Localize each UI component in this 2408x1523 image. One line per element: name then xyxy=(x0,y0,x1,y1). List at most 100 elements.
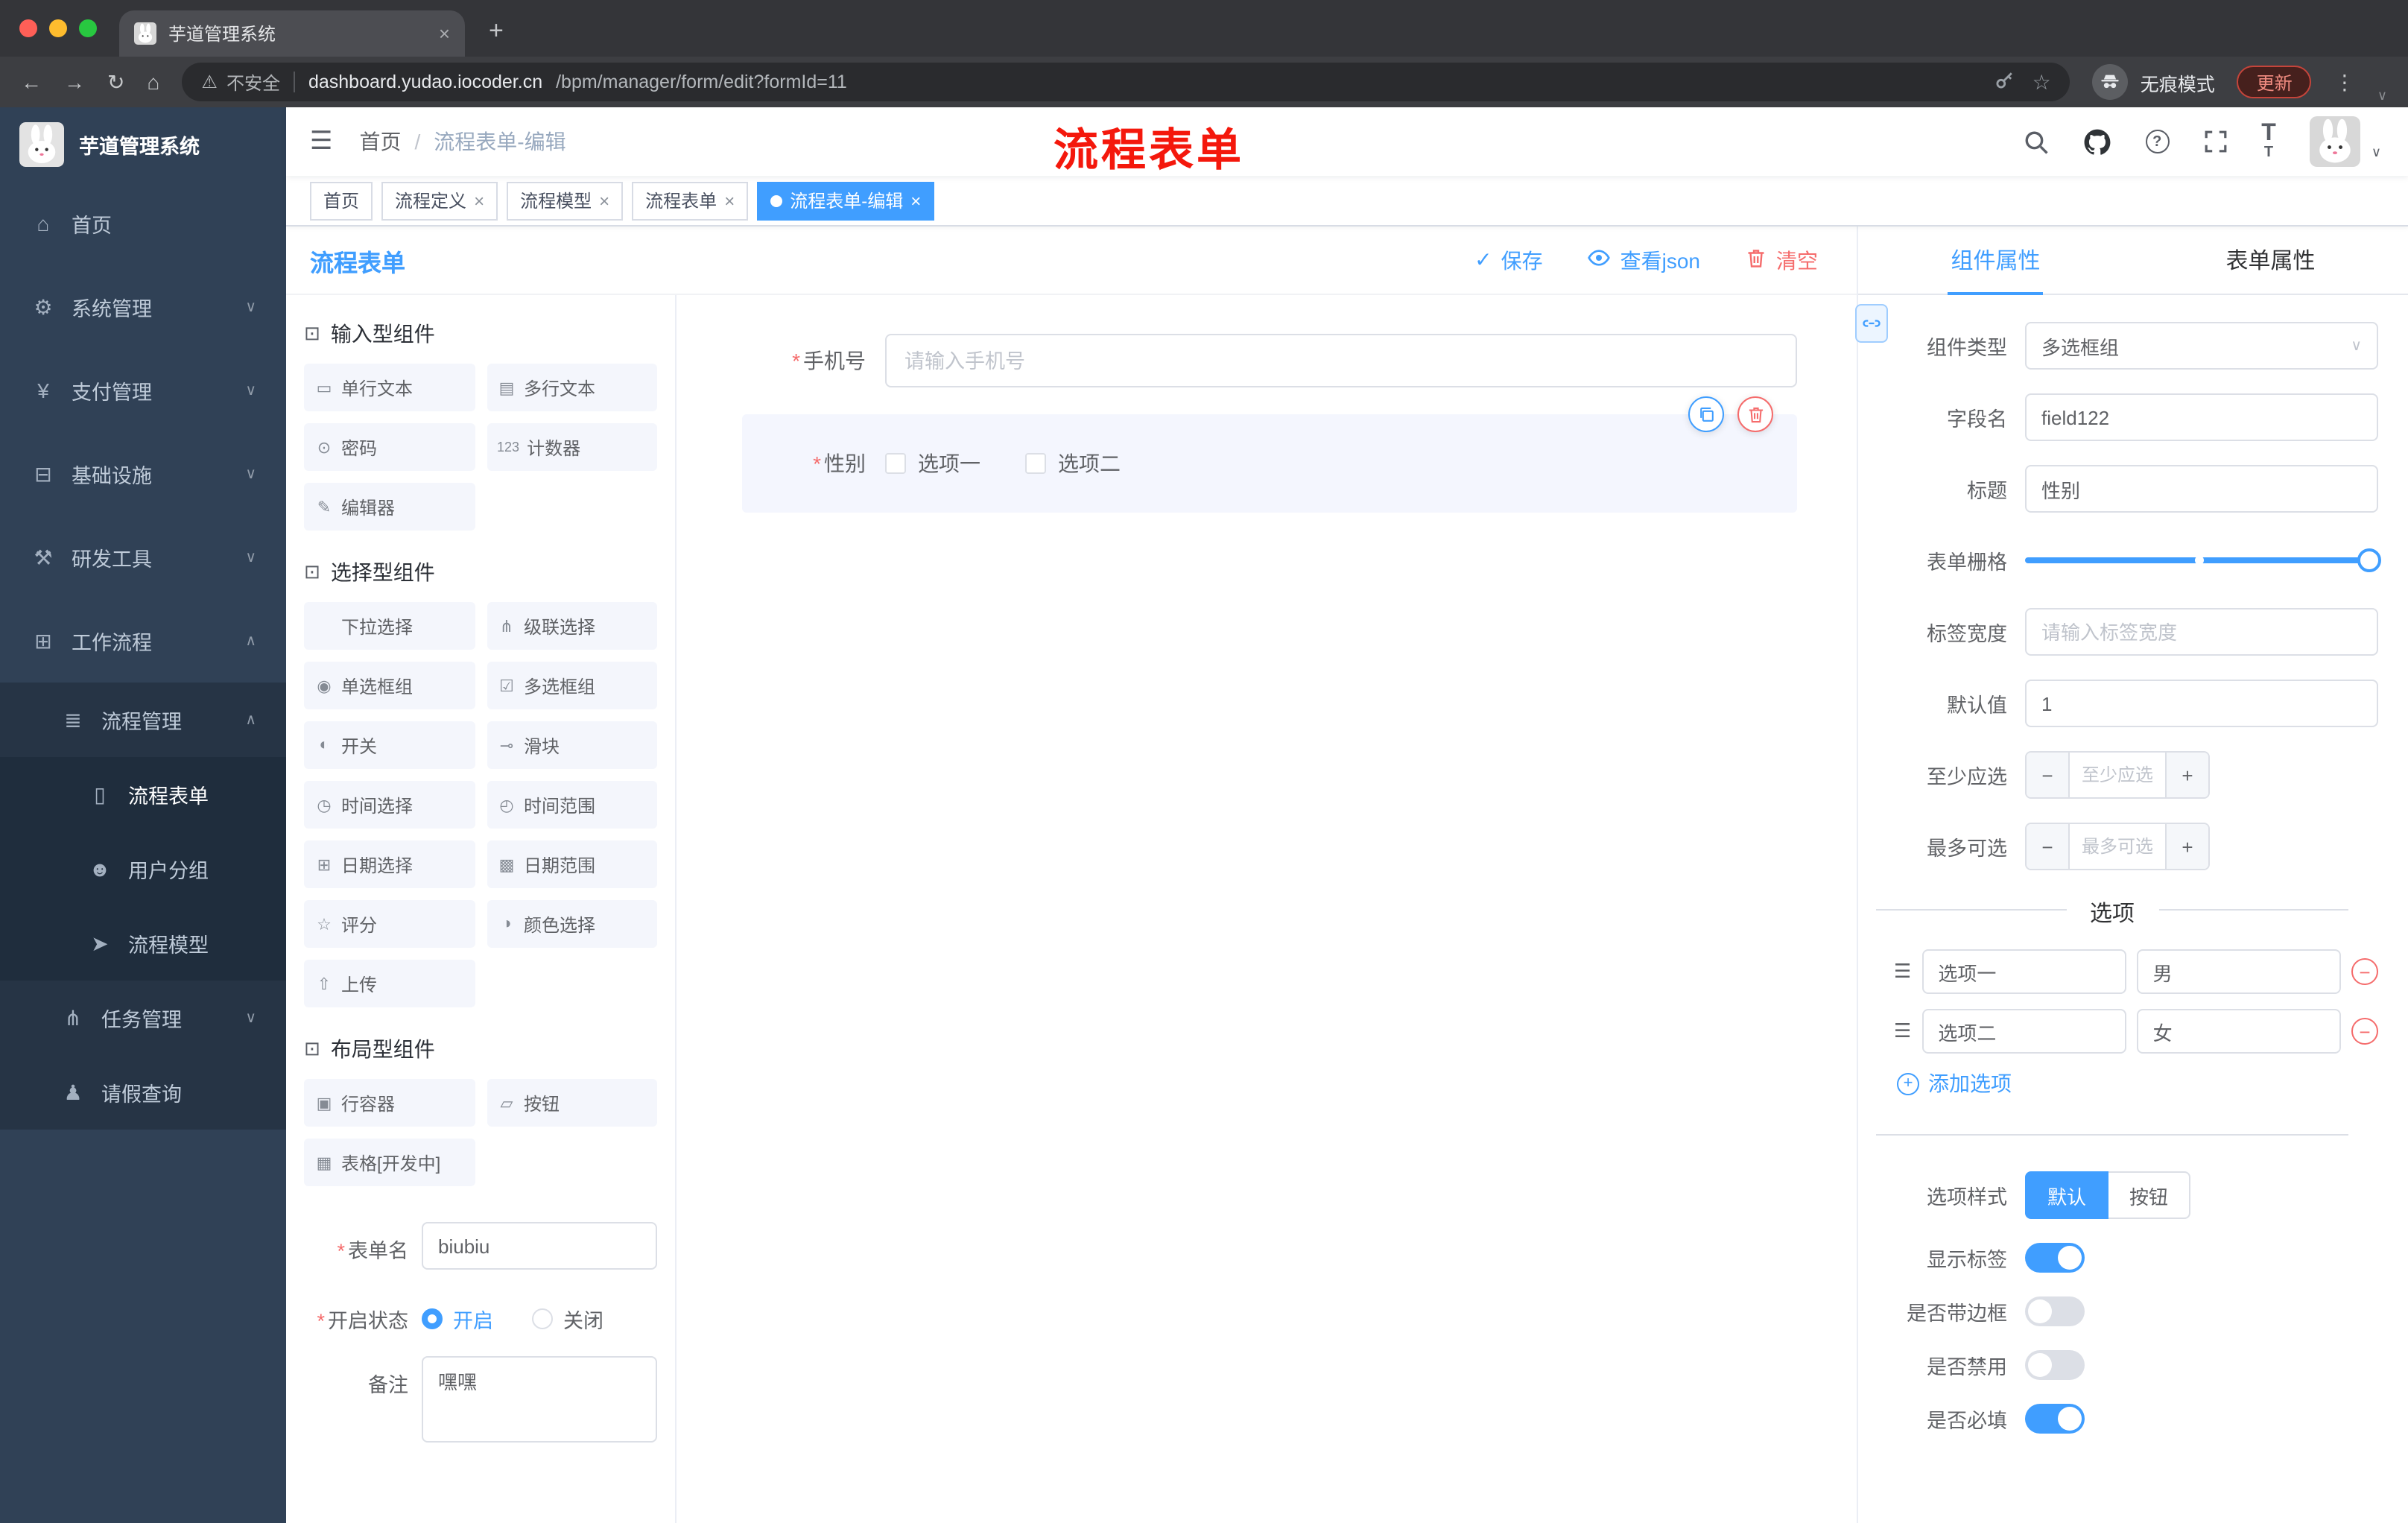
reload-button[interactable]: ↻ xyxy=(107,69,124,95)
palette-item-date-picker[interactable]: ⊞ 日期选择 xyxy=(304,840,475,888)
clear-button[interactable]: 清空 xyxy=(1745,245,1818,275)
close-icon[interactable]: × xyxy=(474,190,484,211)
option-label-input[interactable] xyxy=(1921,1009,2126,1054)
palette-item-upload[interactable]: ⇧ 上传 xyxy=(304,960,475,1007)
palette-item-table[interactable]: ▦ 表格[开发中] xyxy=(304,1139,475,1186)
remove-option-button[interactable]: − xyxy=(2351,958,2378,985)
breadcrumb-home[interactable]: 首页 xyxy=(360,127,402,156)
window-minimize-button[interactable] xyxy=(49,19,67,37)
user-avatar[interactable] xyxy=(2310,116,2361,167)
tag-process-model[interactable]: 流程模型 × xyxy=(507,181,624,220)
increase-button[interactable]: + xyxy=(2165,753,2208,797)
copy-field-button[interactable] xyxy=(1688,396,1724,432)
max-select-input[interactable] xyxy=(2070,824,2165,869)
address-bar[interactable]: ⚠ 不安全 dashboard.yudao.iocoder.cn /bpm/ma… xyxy=(182,63,2070,101)
form-name-input[interactable] xyxy=(422,1222,657,1270)
remark-textarea[interactable]: 嘿嘿 xyxy=(422,1356,657,1443)
key-icon[interactable] xyxy=(1994,69,2015,95)
palette-item-multi-line-text[interactable]: ▤ 多行文本 xyxy=(487,364,657,411)
palette-item-switch[interactable]: ◐ 开关 xyxy=(304,721,475,769)
palette-item-time-range[interactable]: ◴ 时间范围 xyxy=(487,781,657,829)
remove-option-button[interactable]: − xyxy=(2351,1018,2378,1045)
palette-item-button[interactable]: ▱ 按钮 xyxy=(487,1079,657,1127)
user-menu-caret-icon[interactable]: ∨ xyxy=(2371,145,2381,161)
palette-item-editor[interactable]: ✎ 编辑器 xyxy=(304,483,475,531)
palette-item-time-picker[interactable]: ◷ 时间选择 xyxy=(304,781,475,829)
gender-option-two-checkbox[interactable]: 选项二 xyxy=(1025,449,1121,478)
form-grid-slider[interactable] xyxy=(2025,536,2381,584)
sidebar-item-workflow[interactable]: ⊞ 工作流程 ∧ xyxy=(0,599,286,683)
palette-item-row-container[interactable]: ▣ 行容器 xyxy=(304,1079,475,1127)
tag-home[interactable]: 首页 xyxy=(310,181,373,220)
sidebar-item-task-management[interactable]: ⋔ 任务管理 ∨ xyxy=(0,981,286,1055)
bookmark-star-icon[interactable]: ☆ xyxy=(2032,69,2051,95)
drag-handle-icon[interactable]: ☰ xyxy=(1894,1019,1911,1043)
title-input[interactable] xyxy=(2025,465,2378,513)
tag-process-definition[interactable]: 流程定义 × xyxy=(381,181,498,220)
search-icon[interactable] xyxy=(2023,129,2048,154)
sidebar-item-user-group[interactable]: ☻ 用户分组 xyxy=(0,832,286,906)
option-style-default-button[interactable]: 默认 xyxy=(2025,1171,2109,1219)
palette-item-rate[interactable]: ☆ 评分 xyxy=(304,900,475,948)
decrease-button[interactable]: − xyxy=(2027,753,2070,797)
status-off-radio[interactable]: 关闭 xyxy=(532,1304,603,1334)
sidebar-item-process-form[interactable]: ▯ 流程表单 xyxy=(0,757,286,832)
tab-form-props[interactable]: 表单属性 xyxy=(2133,227,2408,294)
security-chip[interactable]: ⚠ 不安全 xyxy=(201,69,280,95)
gender-option-one-checkbox[interactable]: 选项一 xyxy=(885,449,980,478)
tag-process-form-edit[interactable]: 流程表单-编辑 × xyxy=(757,181,935,220)
github-icon[interactable] xyxy=(2082,127,2111,156)
sidebar-item-infrastructure[interactable]: ⊟ 基础设施 ∨ xyxy=(0,432,286,516)
default-value-input[interactable] xyxy=(2025,680,2378,727)
window-close-button[interactable] xyxy=(19,19,37,37)
font-size-icon[interactable]: TT xyxy=(2261,121,2276,161)
decrease-button[interactable]: − xyxy=(2027,824,2070,869)
border-switch[interactable] xyxy=(2025,1296,2085,1326)
browser-home-button[interactable]: ⌂ xyxy=(147,70,159,94)
palette-item-color-picker[interactable]: ◑ 颜色选择 xyxy=(487,900,657,948)
show-label-switch[interactable] xyxy=(2025,1243,2085,1273)
field-name-input[interactable] xyxy=(2025,393,2378,441)
option-style-button-button[interactable]: 按钮 xyxy=(2108,1171,2191,1219)
label-width-input[interactable] xyxy=(2025,608,2378,656)
help-icon[interactable]: ? xyxy=(2145,130,2170,153)
forward-button[interactable]: → xyxy=(64,70,85,94)
close-icon[interactable]: × xyxy=(910,190,921,211)
palette-item-checkbox-group[interactable]: ☑ 多选框组 xyxy=(487,662,657,709)
drag-handle-icon[interactable]: ☰ xyxy=(1894,960,1911,984)
browser-tab[interactable]: 芋道管理系统 × xyxy=(119,10,465,57)
phone-input[interactable] xyxy=(885,334,1797,387)
palette-item-cascader[interactable]: ⋔ 级联选择 xyxy=(487,602,657,650)
required-switch[interactable] xyxy=(2025,1404,2085,1434)
tag-process-form[interactable]: 流程表单 × xyxy=(632,181,749,220)
disabled-switch[interactable] xyxy=(2025,1350,2085,1380)
window-zoom-button[interactable] xyxy=(79,19,97,37)
palette-item-date-range[interactable]: ▩ 日期范围 xyxy=(487,840,657,888)
update-button[interactable]: 更新 xyxy=(2237,66,2312,98)
tab-component-props[interactable]: 组件属性 xyxy=(1858,227,2133,294)
increase-button[interactable]: + xyxy=(2165,824,2208,869)
palette-item-slider[interactable]: ⊸ 滑块 xyxy=(487,721,657,769)
min-select-input[interactable] xyxy=(2070,753,2165,797)
option-label-input[interactable] xyxy=(1921,949,2126,994)
hamburger-icon[interactable]: ☰ xyxy=(310,127,333,156)
palette-item-password[interactable]: ⊙ 密码 xyxy=(304,423,475,471)
chevron-down-icon[interactable]: ∨ xyxy=(2377,88,2387,104)
browser-menu-button[interactable]: ⋮ xyxy=(2334,69,2355,95)
sidebar-item-devtools[interactable]: ⚒ 研发工具 ∨ xyxy=(0,516,286,599)
delete-field-button[interactable] xyxy=(1737,396,1773,432)
status-on-radio[interactable]: 开启 xyxy=(422,1304,493,1334)
new-tab-button[interactable]: + xyxy=(489,16,504,46)
palette-item-radio-group[interactable]: ◉ 单选框组 xyxy=(304,662,475,709)
fullscreen-icon[interactable] xyxy=(2203,130,2227,153)
sidebar-item-payment[interactable]: ¥ 支付管理 ∨ xyxy=(0,349,286,432)
palette-item-counter[interactable]: 123 计数器 xyxy=(487,423,657,471)
sidebar-item-system[interactable]: ⚙ 系统管理 ∨ xyxy=(0,265,286,349)
close-icon[interactable]: × xyxy=(724,190,735,211)
close-icon[interactable]: × xyxy=(599,190,609,211)
component-type-select[interactable]: 多选框组 ∨ xyxy=(2025,322,2378,370)
gender-field-selected[interactable]: * 性别 选项一 选项二 xyxy=(742,396,1797,513)
sidebar-item-leave-query[interactable]: ♟ 请假查询 xyxy=(0,1055,286,1130)
link-icon[interactable] xyxy=(1855,304,1888,343)
tab-close-icon[interactable]: × xyxy=(439,22,450,45)
